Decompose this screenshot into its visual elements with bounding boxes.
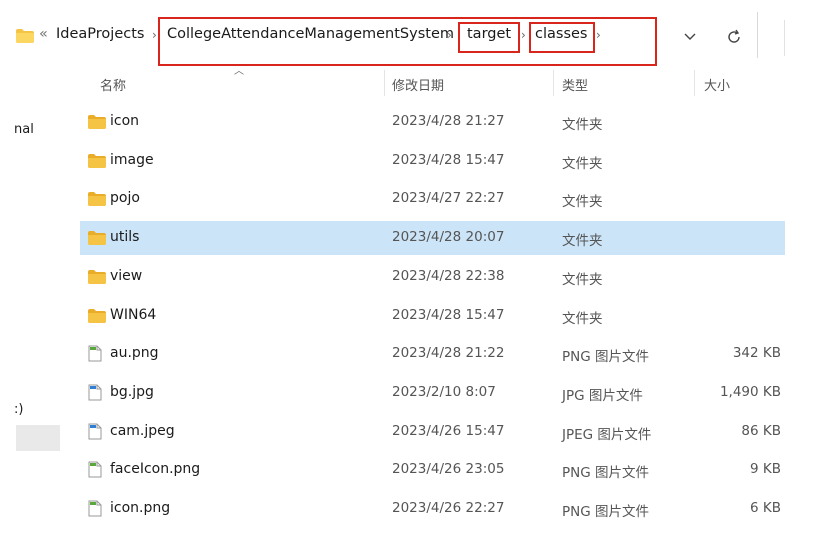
nav-pane-selected-item[interactable] (16, 425, 60, 451)
folder-icon (88, 268, 106, 284)
file-type: PNG 图片文件 (562, 504, 649, 520)
file-row[interactable]: faceIcon.png 2023/4/26 23:05 PNG 图片文件 9 KB (80, 453, 785, 487)
png-file-icon (88, 500, 106, 517)
file-type: 文件夹 (562, 194, 603, 211)
column-header-modified[interactable]: 修改日期 (392, 75, 444, 94)
file-row[interactable]: icon.png 2023/4/26 22:27 PNG 图片文件 6 KB (80, 492, 785, 526)
file-row[interactable]: bg.jpg 2023/2/10 8:07 JPG 图片文件 1,490 KB (80, 376, 785, 410)
file-name: image (110, 151, 154, 168)
file-size: 342 KB (732, 345, 781, 362)
file-size: 6 KB (750, 500, 781, 516)
file-size: 9 KB (750, 461, 781, 478)
breadcrumb-project[interactable]: CollegeAttendanceManagementSystem (167, 26, 454, 42)
file-type: 文件夹 (562, 233, 603, 250)
breadcrumb-ideaprojects[interactable]: IdeaProjects (56, 26, 144, 42)
file-row[interactable]: WIN64 2023/4/28 15:47 文件夹 (80, 299, 785, 333)
file-name: bg.jpg (110, 383, 154, 400)
sort-ascending-icon: ︿ (234, 66, 244, 77)
folder-icon (88, 152, 106, 168)
file-modified-date: 2023/4/28 21:22 (392, 345, 505, 362)
file-row[interactable]: cam.jpeg 2023/4/26 15:47 JPEG 图片文件 86 KB (80, 415, 785, 449)
file-name: cam.jpeg (110, 422, 175, 439)
column-divider[interactable] (384, 70, 385, 96)
breadcrumb-classes[interactable]: classes (535, 26, 587, 42)
file-row[interactable]: image 2023/4/28 15:47 文件夹 (80, 144, 785, 178)
file-row[interactable]: au.png 2023/4/28 21:22 PNG 图片文件 342 KB (80, 337, 785, 371)
file-size: 86 KB (741, 422, 781, 439)
file-type: JPEG 图片文件 (562, 426, 652, 443)
file-name: view (110, 267, 143, 284)
file-type: 文件夹 (562, 271, 603, 288)
breadcrumb-separator[interactable]: › (152, 28, 157, 42)
file-row[interactable]: utils 2023/4/28 20:07 文件夹 (80, 221, 785, 256)
breadcrumb-separator[interactable]: › (447, 28, 452, 42)
png-file-icon (88, 461, 106, 478)
column-header-name[interactable]: 名称 (100, 75, 126, 94)
breadcrumb-target[interactable]: target (467, 26, 511, 42)
jpg-file-icon (88, 384, 106, 401)
file-name: WIN64 (110, 306, 157, 323)
file-row[interactable]: pojo 2023/4/27 22:27 文件夹 (80, 182, 785, 216)
column-header-type[interactable]: 类型 (562, 75, 588, 94)
file-name: au.png (110, 345, 159, 362)
file-modified-date: 2023/4/26 23:05 (392, 461, 505, 478)
file-row[interactable]: icon 2023/4/28 21:27 文件夹 (80, 105, 785, 139)
file-type: 文件夹 (562, 117, 603, 133)
folder-icon (88, 113, 106, 129)
file-size: 1,490 KB (719, 383, 781, 400)
breadcrumb-overflow[interactable]: « (39, 26, 48, 42)
file-modified-date: 2023/4/28 15:47 (392, 151, 505, 168)
file-modified-date: 2023/4/28 20:07 (392, 229, 505, 246)
search-box-edge (784, 20, 785, 56)
file-name: utils (110, 229, 140, 246)
file-row[interactable]: view 2023/4/28 22:38 文件夹 (80, 260, 785, 294)
breadcrumb-separator[interactable]: › (521, 28, 526, 42)
png-file-icon (88, 345, 106, 362)
file-name: icon (110, 113, 140, 129)
file-type: 文件夹 (562, 155, 603, 172)
file-modified-date: 2023/4/28 21:27 (392, 113, 505, 129)
column-divider[interactable] (553, 70, 554, 96)
nav-pane-item[interactable]: nal (14, 122, 34, 137)
file-modified-date: 2023/2/10 8:07 (392, 383, 496, 400)
address-bar-edge (757, 12, 758, 58)
folder-icon (88, 190, 106, 207)
file-modified-date: 2023/4/28 22:38 (392, 267, 505, 284)
nav-pane-item[interactable]: :) (14, 402, 23, 417)
breadcrumb-separator[interactable]: › (596, 28, 601, 42)
column-divider[interactable] (694, 70, 695, 96)
column-header-size[interactable]: 大小 (704, 75, 730, 94)
chevron-down-icon[interactable] (684, 33, 696, 41)
file-type: PNG 图片文件 (562, 465, 649, 482)
file-modified-date: 2023/4/27 22:27 (392, 190, 505, 207)
refresh-icon[interactable] (726, 29, 742, 45)
file-type: 文件夹 (562, 310, 603, 327)
folder-icon (88, 229, 106, 246)
file-type: JPG 图片文件 (562, 387, 643, 404)
file-name: faceIcon.png (110, 461, 201, 478)
file-modified-date: 2023/4/26 22:27 (392, 500, 505, 516)
jpg-file-icon (88, 423, 106, 440)
folder-icon (16, 29, 34, 43)
file-name: pojo (110, 190, 140, 207)
folder-icon (88, 307, 106, 323)
address-bar[interactable]: « IdeaProjects › CollegeAttendanceManage… (0, 0, 820, 70)
file-type: PNG 图片文件 (562, 349, 649, 366)
file-modified-date: 2023/4/26 15:47 (392, 422, 505, 439)
file-name: icon.png (110, 500, 171, 516)
file-modified-date: 2023/4/28 15:47 (392, 306, 505, 323)
